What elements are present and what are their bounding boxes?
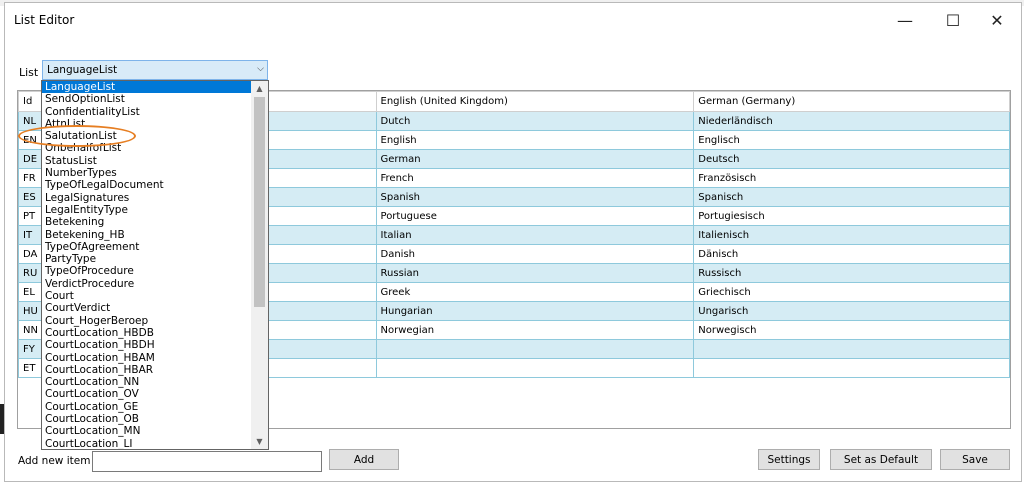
- maximize-button[interactable]: ☐: [931, 7, 975, 33]
- cell-id[interactable]: DA: [18, 244, 43, 264]
- scroll-thumb[interactable]: [254, 97, 265, 307]
- cell-german[interactable]: [693, 358, 1010, 378]
- dropdown-option[interactable]: ConfidentialityList: [42, 106, 268, 118]
- dropdown-option[interactable]: Court_HogerBeroep: [42, 315, 268, 327]
- cell-id[interactable]: EL: [18, 282, 43, 302]
- dropdown-option[interactable]: CourtLocation_GE: [42, 401, 268, 413]
- list-select-value: LanguageList: [47, 64, 118, 76]
- cell-english[interactable]: Russian: [375, 263, 695, 283]
- cell-german[interactable]: Griechisch: [693, 282, 1010, 302]
- cell-english[interactable]: German: [375, 149, 695, 169]
- column-header-german[interactable]: German (Germany): [693, 91, 1010, 112]
- dropdown-option[interactable]: VerdictProcedure: [42, 278, 268, 290]
- cell-german[interactable]: Ungarisch: [693, 301, 1010, 321]
- cell-id[interactable]: DE: [18, 149, 43, 169]
- dropdown-option[interactable]: CourtLocation_OV: [42, 388, 268, 400]
- cell-id[interactable]: RU: [18, 263, 43, 283]
- cell-english[interactable]: [375, 358, 695, 378]
- scroll-down-icon[interactable]: ▼: [251, 434, 268, 449]
- close-button[interactable]: ✕: [975, 7, 1019, 33]
- dropdown-option[interactable]: LegalEntityType: [42, 204, 268, 216]
- dropdown-option[interactable]: SendOptionList: [42, 93, 268, 105]
- scroll-up-icon[interactable]: ▲: [251, 81, 268, 96]
- cell-german[interactable]: Portugiesisch: [693, 206, 1010, 226]
- cell-german[interactable]: Norwegisch: [693, 320, 1010, 340]
- cell-english[interactable]: [375, 339, 695, 359]
- add-new-item-label: Add new item: [18, 455, 91, 467]
- cell-id[interactable]: ES: [18, 187, 43, 207]
- cell-english[interactable]: Norwegian: [375, 320, 695, 340]
- add-new-item-input[interactable]: [92, 451, 322, 472]
- cell-id[interactable]: FR: [18, 168, 43, 188]
- list-label: List: [19, 66, 39, 79]
- cell-id[interactable]: HU: [18, 301, 43, 321]
- dropdown-option[interactable]: TypeOfAgreement: [42, 241, 268, 253]
- cell-id[interactable]: ET: [18, 358, 43, 378]
- dropdown-option[interactable]: LegalSignatures: [42, 192, 268, 204]
- dropdown-option[interactable]: CourtLocation_HBDH: [42, 339, 268, 351]
- list-select[interactable]: LanguageList ⌵: [42, 60, 268, 80]
- cell-english[interactable]: Spanish: [375, 187, 695, 207]
- cell-german[interactable]: Englisch: [693, 130, 1010, 150]
- dropdown-option[interactable]: StatusList: [42, 155, 268, 167]
- cell-english[interactable]: Portuguese: [375, 206, 695, 226]
- cell-german[interactable]: Dänisch: [693, 244, 1010, 264]
- settings-button[interactable]: Settings: [758, 449, 820, 470]
- annotation-highlight-ellipse: [18, 125, 136, 147]
- minimize-button[interactable]: —: [883, 7, 927, 33]
- cell-id[interactable]: FY: [18, 339, 43, 359]
- cell-english[interactable]: English: [375, 130, 695, 150]
- dropdown-option[interactable]: CourtLocation_NN: [42, 376, 268, 388]
- cell-german[interactable]: Französisch: [693, 168, 1010, 188]
- dropdown-option[interactable]: CourtLocation_OB: [42, 413, 268, 425]
- dropdown-option[interactable]: CourtLocation_HBAM: [42, 352, 268, 364]
- cell-german[interactable]: [693, 339, 1010, 359]
- dropdown-option[interactable]: PartyType: [42, 253, 268, 265]
- dropdown-option[interactable]: Court: [42, 290, 268, 302]
- dropdown-option[interactable]: CourtLocation_HBAR: [42, 364, 268, 376]
- cell-german[interactable]: Italienisch: [693, 225, 1010, 245]
- cell-german[interactable]: Spanisch: [693, 187, 1010, 207]
- dropdown-option[interactable]: CourtLocation_LI: [42, 438, 268, 449]
- cell-german[interactable]: Niederländisch: [693, 111, 1010, 131]
- dropdown-option[interactable]: Betekening: [42, 216, 268, 228]
- cell-id[interactable]: PT: [18, 206, 43, 226]
- dropdown-option[interactable]: Betekening_HB: [42, 229, 268, 241]
- cell-english[interactable]: French: [375, 168, 695, 188]
- column-header-english[interactable]: English (United Kingdom): [375, 91, 695, 112]
- cell-english[interactable]: Danish: [375, 244, 695, 264]
- set-as-default-button[interactable]: Set as Default: [830, 449, 932, 470]
- dropdown-scrollbar[interactable]: ▲ ▼: [251, 81, 268, 449]
- dropdown-option[interactable]: CourtLocation_HBDB: [42, 327, 268, 339]
- dropdown-option[interactable]: CourtLocation_MN: [42, 425, 268, 437]
- add-button[interactable]: Add: [329, 449, 399, 470]
- dropdown-option[interactable]: TypeOfProcedure: [42, 265, 268, 277]
- cell-english[interactable]: Italian: [375, 225, 695, 245]
- window-title: List Editor: [14, 13, 75, 27]
- cell-english[interactable]: Greek: [375, 282, 695, 302]
- cell-german[interactable]: Deutsch: [693, 149, 1010, 169]
- cell-id[interactable]: IT: [18, 225, 43, 245]
- cell-german[interactable]: Russisch: [693, 263, 1010, 283]
- dropdown-option[interactable]: TypeOfLegalDocument: [42, 179, 268, 191]
- cell-id[interactable]: NN: [18, 320, 43, 340]
- cell-english[interactable]: Dutch: [375, 111, 695, 131]
- column-header-id[interactable]: Id: [18, 91, 43, 112]
- dropdown-option[interactable]: CourtVerdict: [42, 302, 268, 314]
- chevron-down-icon[interactable]: ⌵: [257, 64, 264, 74]
- save-button[interactable]: Save: [940, 449, 1010, 470]
- dropdown-option[interactable]: LanguageList: [42, 81, 268, 94]
- cell-english[interactable]: Hungarian: [375, 301, 695, 321]
- dropdown-option[interactable]: NumberTypes: [42, 167, 268, 179]
